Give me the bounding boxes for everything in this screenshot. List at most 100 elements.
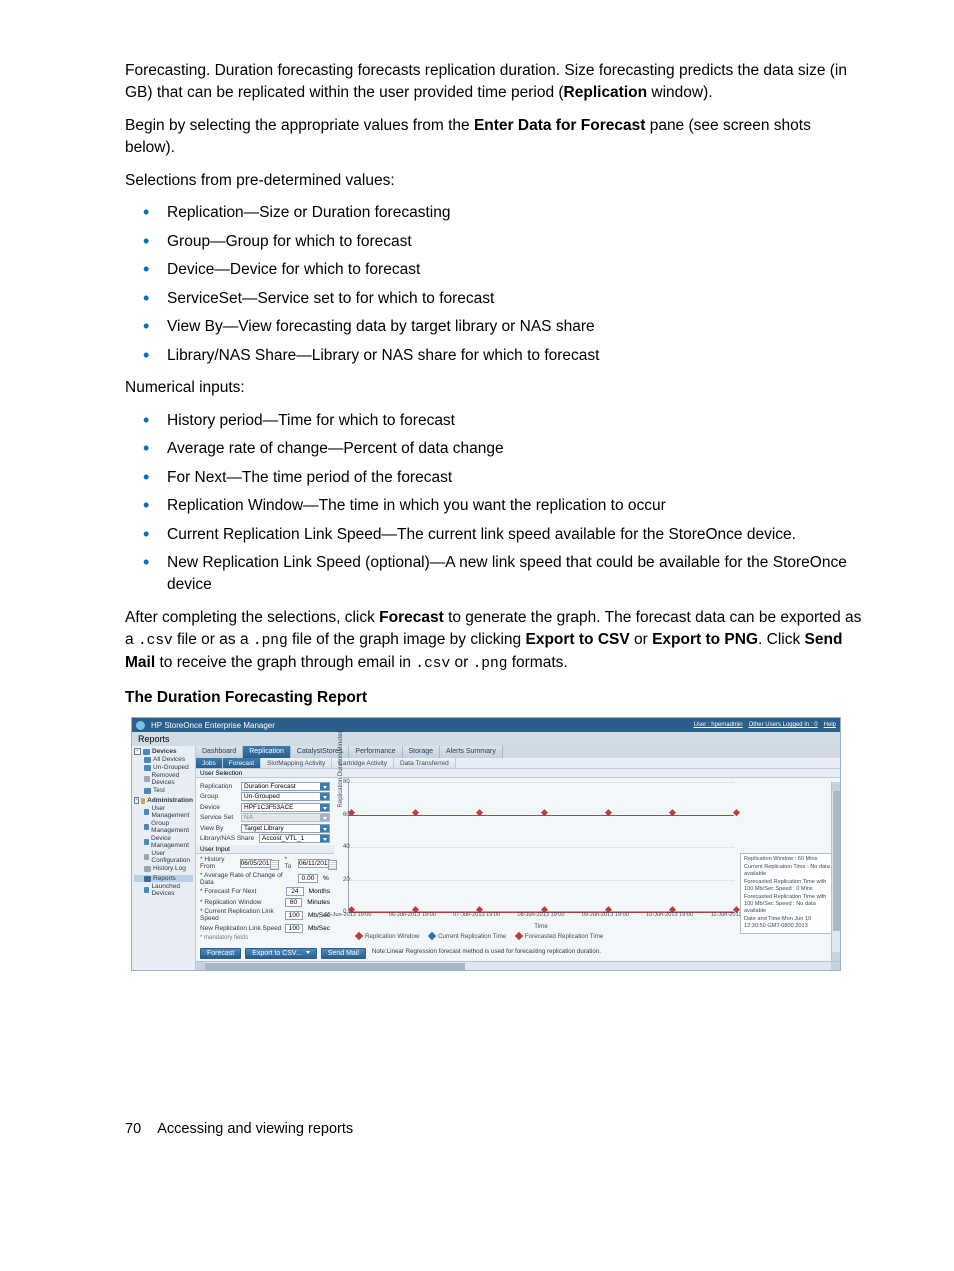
report-icon — [144, 876, 151, 882]
device-icon — [144, 788, 151, 794]
list-item: Library/NAS Share—Library or NAS share f… — [125, 345, 864, 367]
user-icon — [144, 809, 149, 815]
fornext-unit: Months — [309, 888, 330, 895]
nav-ungrouped[interactable]: Un-Grouped — [134, 764, 193, 771]
device-icon — [144, 776, 150, 782]
replication-select[interactable]: Duration Forecast — [241, 782, 330, 791]
list-item: For Next—The time period of the forecast — [125, 467, 864, 489]
device-select[interactable]: HPF1C3F53ACE — [241, 803, 330, 812]
list-item: View By—View forecasting data by target … — [125, 316, 864, 338]
list-item: Group—Group for which to forecast — [125, 231, 864, 253]
collapse-icon[interactable]: - — [134, 797, 139, 804]
list-item: Device—Device for which to forecast — [125, 259, 864, 281]
chapter-title: Accessing and viewing reports — [157, 1121, 353, 1137]
viewby-select[interactable]: Target Library — [241, 824, 330, 833]
avg-rate-unit: % — [323, 875, 329, 882]
legend-swatch-red-icon — [355, 932, 363, 940]
nav-removed-devices[interactable]: Removed Devices — [134, 772, 193, 786]
numerical-lead: Numerical inputs: — [125, 377, 864, 399]
fornext-label: * Forecast For Next — [200, 888, 283, 895]
list-item: Current Replication Link Speed—The curre… — [125, 524, 864, 546]
nav-all-devices[interactable]: All Devices — [134, 756, 193, 763]
regression-note: Note:Linear Regression forecast method i… — [372, 946, 601, 957]
libnas-select[interactable]: Accost_VTL_1 — [259, 834, 330, 843]
scroll-thumb[interactable] — [833, 791, 840, 931]
repwin-input[interactable]: 60 — [285, 898, 302, 907]
curlink-label: * Current Replication Link Speed — [200, 908, 282, 922]
tab-replication[interactable]: Replication — [243, 746, 291, 758]
nav-device-mgmt[interactable]: Device Management — [134, 835, 193, 849]
repwin-label: * Replication Window — [200, 899, 282, 906]
nav-group-mgmt[interactable]: Group Management — [134, 820, 193, 834]
nav-user-mgmt[interactable]: User Management — [134, 805, 193, 819]
tab-performance[interactable]: Performance — [349, 746, 402, 758]
newlink-input[interactable]: 100 — [285, 924, 303, 933]
nav-reports[interactable]: Reports — [134, 875, 193, 882]
curlink-input[interactable]: 100 — [285, 911, 303, 920]
lock-icon — [141, 798, 145, 804]
nav-admin-group[interactable]: -Administration — [134, 797, 193, 804]
app-title: HP StoreOnce Enterprise Manager — [151, 721, 694, 730]
devices-icon — [143, 749, 150, 755]
help-link[interactable]: Help — [824, 722, 836, 728]
other-users-link[interactable]: Other Users Logged In : 0 — [749, 722, 818, 728]
avg-rate-input[interactable]: 0.00 — [298, 874, 318, 883]
user-label: User : hpemadmin — [694, 722, 743, 728]
list-item: Replication—Size or Duration forecasting — [125, 202, 864, 224]
list-item: ServiceSet—Service set to for which to f… — [125, 288, 864, 310]
mandatory-note: * mandatory fields — [200, 935, 330, 941]
horizontal-scrollbar[interactable] — [196, 961, 840, 970]
chart-legend: Replication Window Current Replication T… — [348, 933, 834, 940]
nav-devices-group[interactable]: -Devices — [134, 748, 193, 755]
newlink-label: New Replication Link Speed — [200, 925, 282, 932]
history-from-input[interactable]: 06/05/2013 — [240, 859, 272, 868]
chart-y-label: Replication Duration(Minutes) — [338, 728, 344, 807]
nav-user-config[interactable]: User Configuration — [134, 850, 193, 864]
scroll-down-button[interactable] — [832, 952, 840, 961]
chart-info-tooltip: Replication Window : 60 Mins Current Rep… — [740, 853, 836, 934]
history-to-input[interactable]: 06/11/2013 — [298, 859, 330, 868]
sendmail-button[interactable]: Send Mail — [321, 948, 366, 959]
fornext-input[interactable]: 24 — [286, 887, 304, 896]
tab-alerts-summary[interactable]: Alerts Summary — [440, 746, 503, 758]
tab-storage[interactable]: Storage — [403, 746, 441, 758]
serviceset-label: Service Set — [200, 814, 238, 821]
chart-x-label: Time — [348, 923, 734, 930]
after-paragraph: After completing the selections, click F… — [125, 607, 864, 676]
list-item: History period—Time for which to forecas… — [125, 410, 864, 432]
secondary-tabs: Jobs Forecast SlotMapping Activity Cartr… — [196, 758, 840, 769]
subtab-forecast[interactable]: Forecast — [223, 758, 261, 768]
tab-dashboard[interactable]: Dashboard — [196, 746, 243, 758]
legend-swatch-blue-icon — [428, 932, 436, 940]
forecast-button[interactable]: Forecast — [200, 948, 241, 959]
scroll-up-button[interactable] — [832, 782, 840, 791]
reports-header: Reports — [132, 732, 840, 746]
nav-test[interactable]: Test — [134, 787, 193, 794]
group-select[interactable]: Un-Grouped — [241, 792, 330, 801]
page-number: 70 — [125, 1121, 141, 1137]
subtab-data-transferred[interactable]: Data Transferred — [394, 758, 456, 768]
primary-tabs: Dashboard Replication CatalystStores Per… — [196, 746, 840, 758]
user-selection-header: User Selection — [196, 769, 840, 778]
nav-launched-devices[interactable]: Launched Devices — [134, 883, 193, 897]
main-panel: Dashboard Replication CatalystStores Per… — [196, 746, 840, 970]
nav-tree: -Devices All Devices Un-Grouped Removed … — [132, 746, 196, 970]
list-item: Average rate of change—Percent of data c… — [125, 438, 864, 460]
serviceset-select: NA — [241, 813, 330, 822]
scroll-left-button[interactable] — [196, 962, 205, 970]
nav-history-log[interactable]: History Log — [134, 865, 193, 872]
viewby-label: View By — [200, 825, 238, 832]
export-button[interactable]: Export to CSV... — [245, 948, 317, 959]
intro-paragraph-2: Begin by selecting the appropriate value… — [125, 115, 864, 160]
group-label: Group — [200, 793, 238, 800]
avg-rate-label: * Average Rate of Change of Data — [200, 872, 295, 886]
chart-plot-area: Replication Duration(Minutes) 020406080 — [348, 782, 734, 912]
scroll-right-button[interactable] — [831, 962, 840, 970]
intro-paragraph-1: Forecasting. Duration forecasting foreca… — [125, 60, 864, 105]
subtab-slotmapping[interactable]: SlotMapping Activity — [261, 758, 332, 768]
vertical-scrollbar[interactable] — [831, 782, 840, 961]
subtab-jobs[interactable]: Jobs — [196, 758, 223, 768]
scroll-thumb[interactable] — [205, 963, 465, 970]
device-icon — [144, 839, 149, 845]
collapse-icon[interactable]: - — [134, 748, 141, 755]
